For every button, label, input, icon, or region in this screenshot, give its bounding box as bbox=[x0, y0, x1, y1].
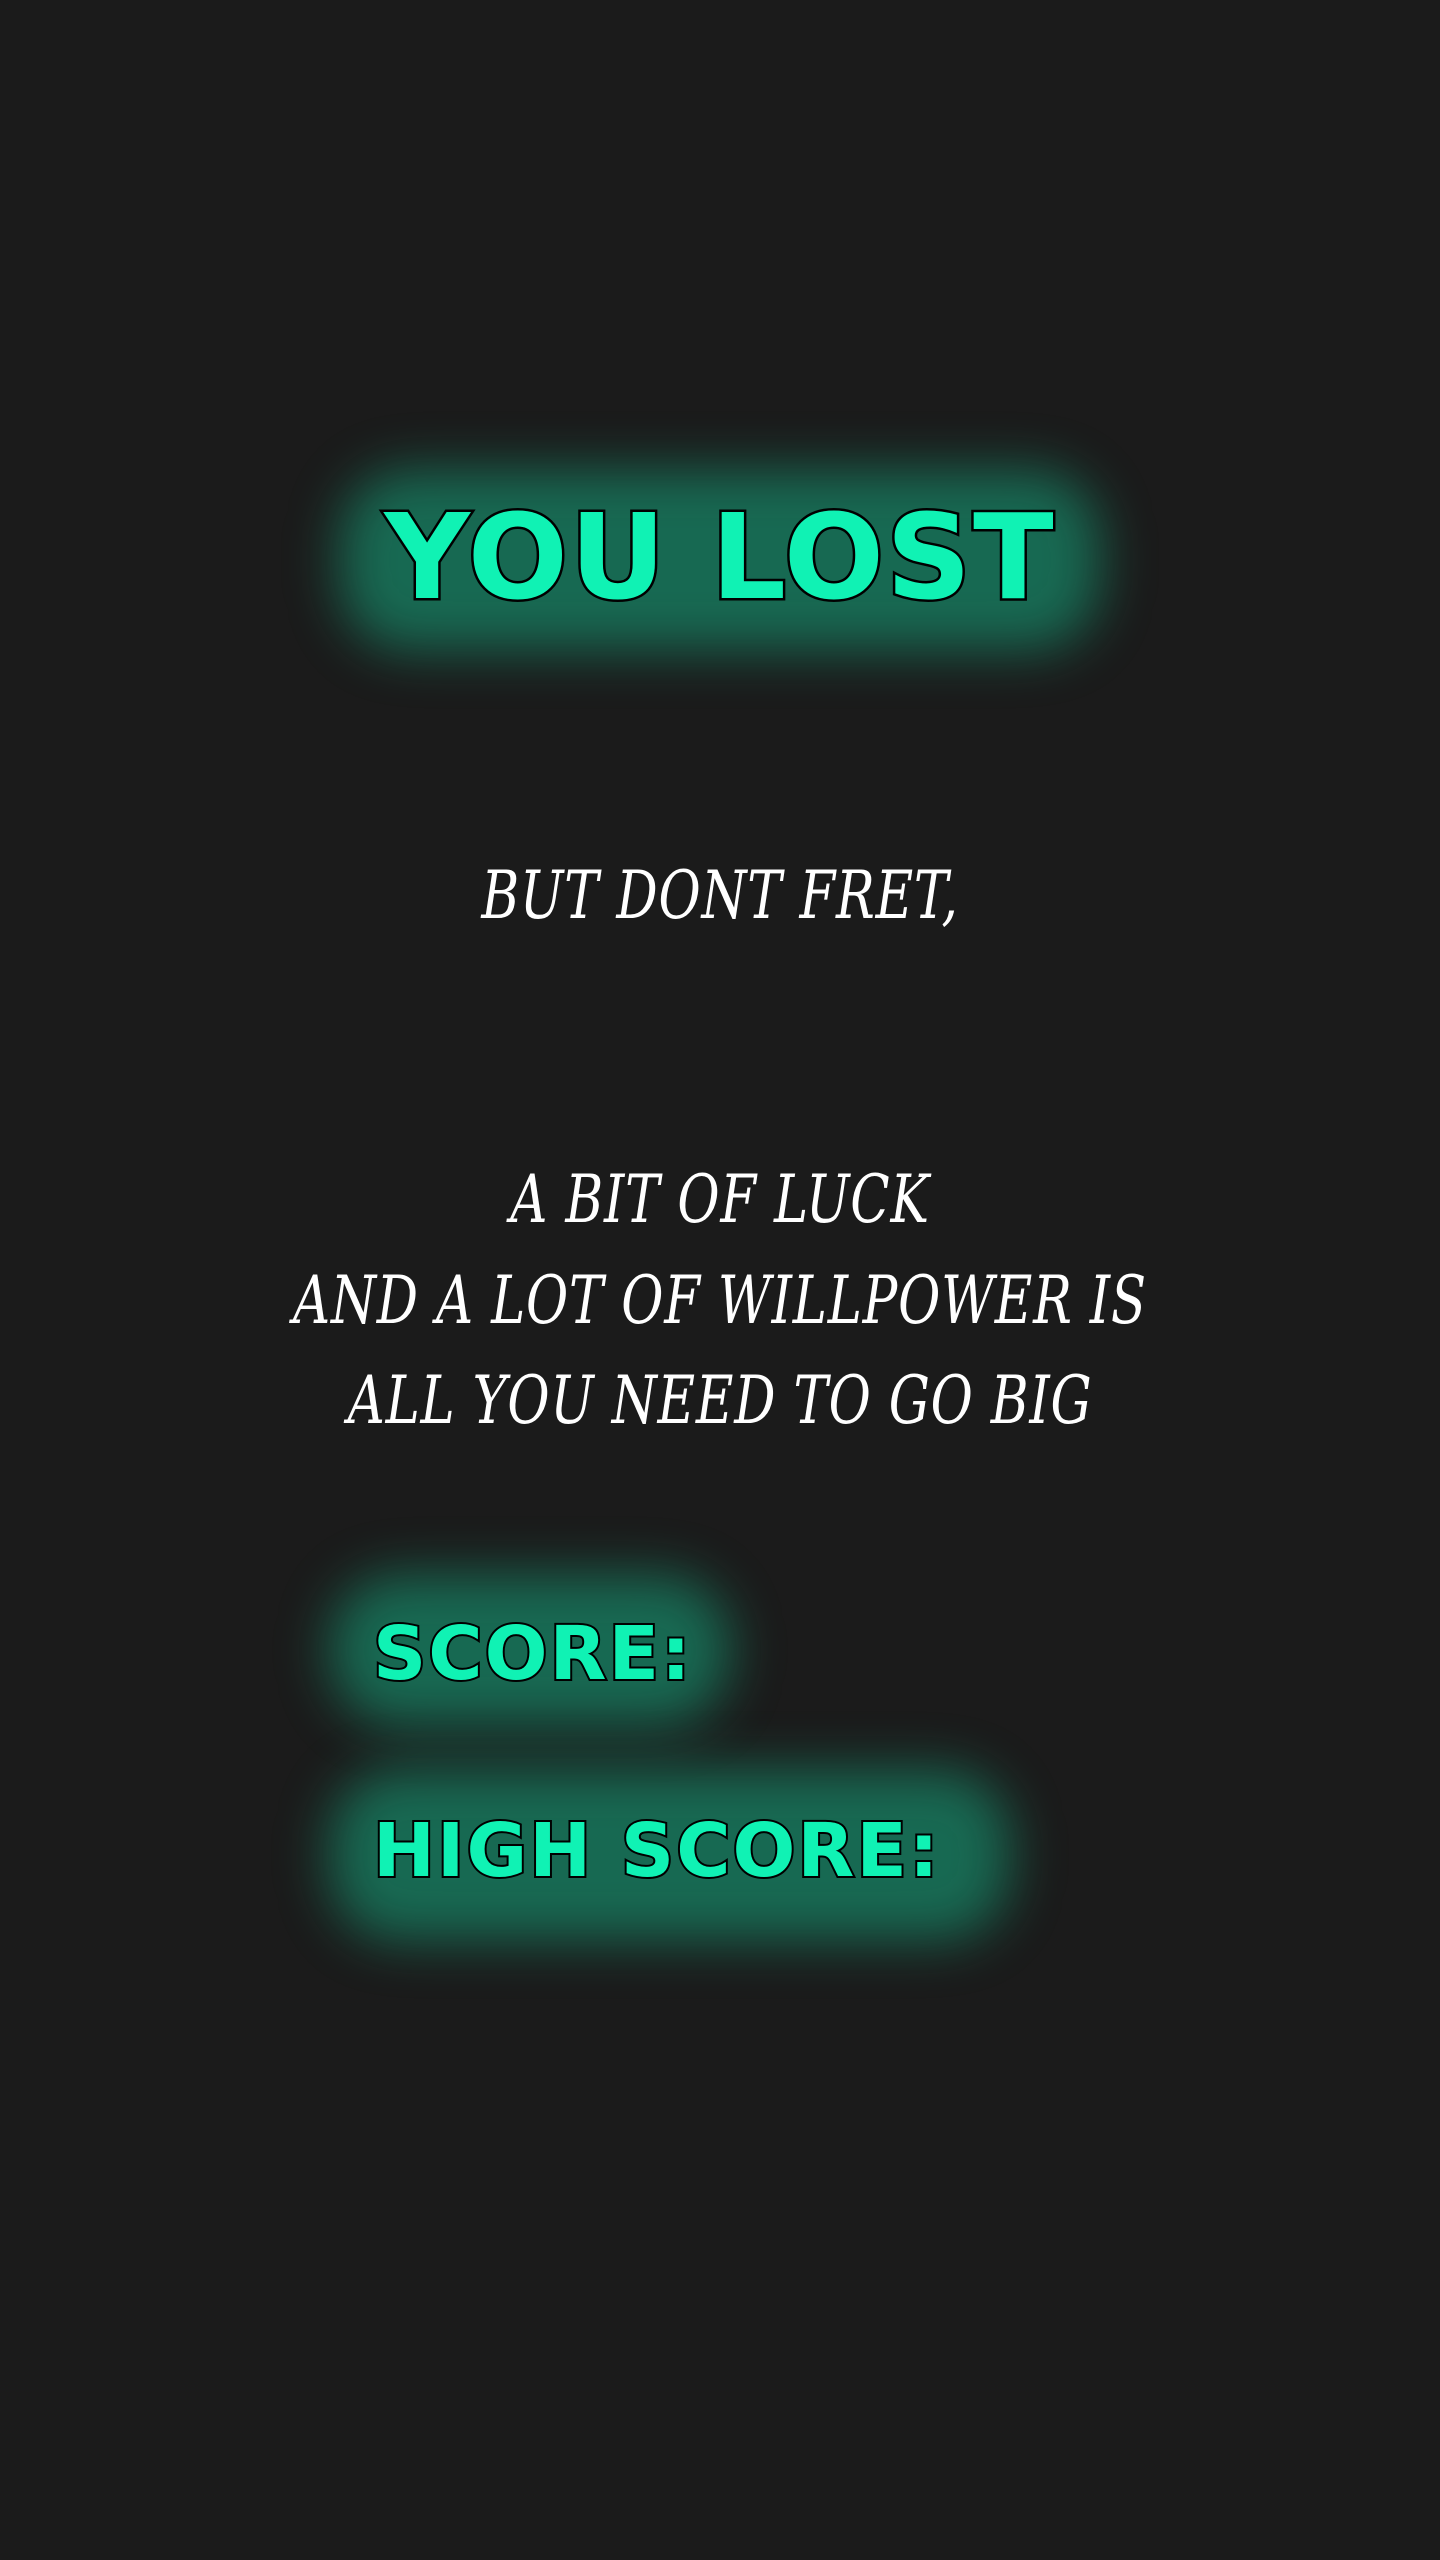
high-score-label: HIGH SCORE: bbox=[371, 1808, 941, 1894]
message-line-3: ALL YOU NEED TO GO BIG bbox=[347, 1362, 1093, 1439]
score-label: SCORE: bbox=[371, 1611, 693, 1697]
subtitle-text: BUT DONT FRET, bbox=[481, 857, 959, 934]
game-over-title: YOU LOST bbox=[382, 488, 1056, 626]
message-line-2: AND A LOT OF WILLPOWER IS bbox=[293, 1262, 1147, 1339]
message-line-1: A BIT OF LUCK bbox=[510, 1161, 930, 1238]
